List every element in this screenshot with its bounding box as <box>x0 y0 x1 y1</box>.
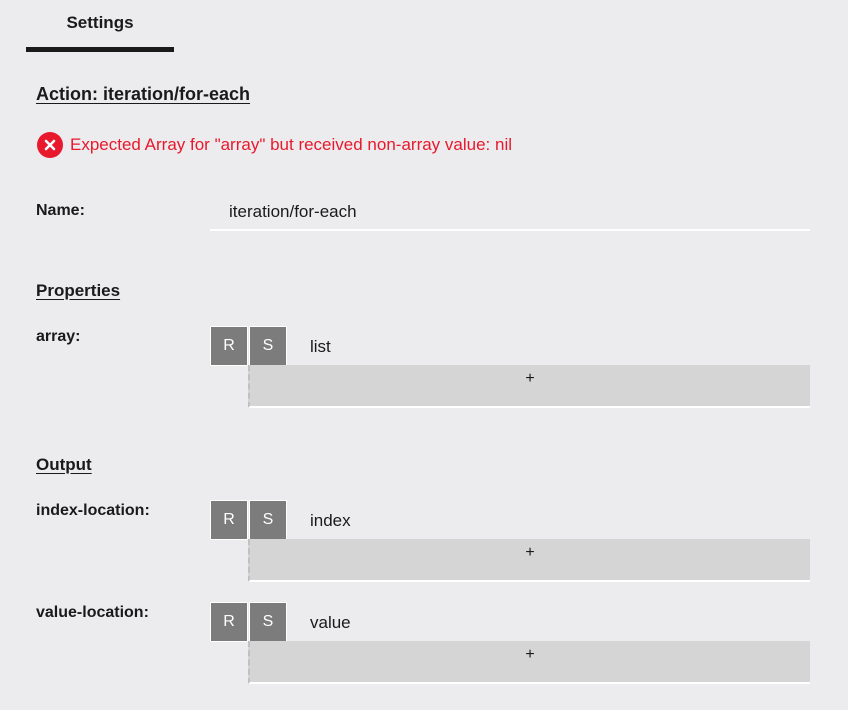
array-add-button[interactable]: + <box>248 365 810 408</box>
array-variable-widget: R S list + <box>210 326 810 408</box>
value-location-add-button[interactable]: + <box>248 641 810 684</box>
index-location-r-button[interactable]: R <box>210 500 248 540</box>
value-location-label: value-location: <box>36 604 149 621</box>
value-location-r-button[interactable]: R <box>210 602 248 642</box>
error-icon <box>37 132 63 158</box>
name-label: Name: <box>36 202 85 219</box>
properties-heading: Properties <box>36 281 121 300</box>
settings-panel: Settings Action: iteration/for-each Expe… <box>0 0 848 710</box>
array-s-button[interactable]: S <box>249 326 287 366</box>
tab-settings[interactable]: Settings <box>26 0 174 52</box>
index-location-variable-widget: R S index + <box>210 500 810 582</box>
index-location-label: index-location: <box>36 502 150 519</box>
index-location-value[interactable]: index <box>310 511 351 531</box>
name-input[interactable] <box>210 198 810 231</box>
value-location-s-button[interactable]: S <box>249 602 287 642</box>
value-location-value[interactable]: value <box>310 613 351 633</box>
array-value[interactable]: list <box>310 337 331 357</box>
output-heading: Output <box>36 455 92 474</box>
action-title: Action: iteration/for-each <box>36 84 251 104</box>
value-location-variable-widget: R S value + <box>210 602 810 684</box>
index-location-s-button[interactable]: S <box>249 500 287 540</box>
error-text: Expected Array for "array" but received … <box>70 135 512 154</box>
array-label: array: <box>36 328 81 345</box>
array-r-button[interactable]: R <box>210 326 248 366</box>
index-location-add-button[interactable]: + <box>248 539 810 582</box>
error-message: Expected Array for "array" but received … <box>37 132 512 158</box>
